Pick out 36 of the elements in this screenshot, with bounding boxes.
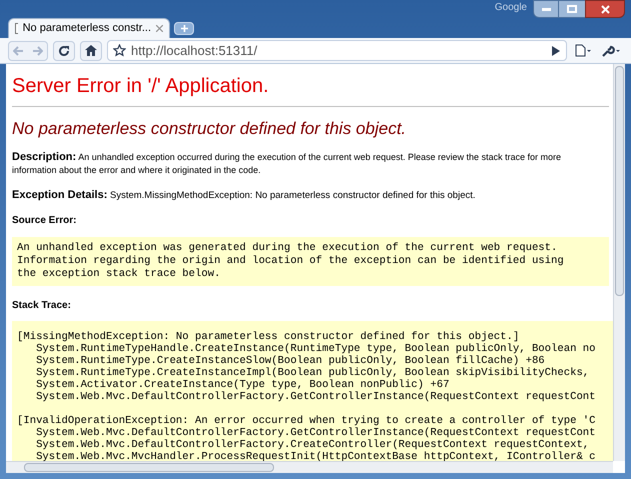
url-text: http://localhost:51311/ — [131, 42, 258, 60]
error-title: No parameterless constructor defined for this object. — [12, 119, 408, 139]
new-tab-button[interactable] — [174, 22, 194, 35]
home-icon — [85, 45, 97, 56]
reload-icon — [58, 44, 70, 56]
section-label: Stack Trace: — [12, 298, 72, 312]
scroll-thumb[interactable] — [615, 66, 624, 296]
address-bar[interactable]: http://localhost:51311/ — [107, 40, 567, 61]
close-tab-icon[interactable] — [156, 25, 163, 32]
page-heading: Server Error in '/' Application. — [12, 74, 270, 98]
description-text: Description: An unhandled exception occurred during the execution of the current web request. Please review the stack trace for more information about the error and where it originated in the code. — [12, 151, 562, 177]
scroll-thumb[interactable] — [24, 463, 274, 472]
minimize-button[interactable] — [533, 0, 559, 18]
back-arrow-icon — [13, 46, 24, 56]
home-button[interactable] — [80, 40, 102, 60]
maximize-icon — [567, 5, 577, 13]
exception-details-text: Exception Details: System.MissingMethodException: No parameterless constructor defined for this object. — [12, 188, 476, 203]
horizontal-scrollbar[interactable] — [6, 461, 613, 473]
play-icon[interactable] — [552, 46, 560, 56]
section-label: Source Error: — [12, 214, 78, 228]
stack-trace-text: [InvalidOperationException: An error occurred when trying to create a controller of type 'C System.Web.Mvc.DefaultControllerFactory.GetControllerInstance(RequestContext requestCont System.Web.Mvc.DefaultControllerFactory.CreateController(RequestContext requestContext, System.Web.Mvc.MvcHandler.ProcessRequestInit(HttpContextBase httpContext, IController& c — [17, 414, 597, 461]
window-title: Google — [494, 2, 527, 14]
source-error-text: An unhandled exception was generated during the execution of the current web request. Information regarding the origin and location of the exception can be identified using the exception stack trace below. — [12, 236, 609, 286]
vertical-scrollbar[interactable] — [613, 64, 625, 461]
maximize-button[interactable] — [559, 0, 585, 18]
forward-arrow-icon — [32, 46, 43, 56]
minimize-icon — [542, 8, 550, 10]
tab-title: No parameterless constr... — [22, 21, 151, 36]
star-icon[interactable] — [113, 44, 126, 57]
wrench-icon — [602, 44, 620, 57]
browser-tab[interactable]: No parameterless constr... — [8, 18, 170, 38]
close-button[interactable] — [585, 0, 625, 18]
stack-trace-text: [MissingMethodException: No parameterless constructor defined for this object.] System.RuntimeTypeHandle.CreateInstance(RuntimeType type, Boolean publicOnly, Boolean no System.RuntimeType.CreateInstanceSlow(Boolean publicOnly, Boolean fillCache) +86 System.RuntimeType.CreateInstanceImpl(Boolean publicOnly, Boolean skipVisibilityChecks, System.Activator.CreateInstance(Type type, Boolean nonPublic) +67 System.Web.Mvc.DefaultControllerFactory.GetControllerInstance(RequestContext requestCont — [17, 330, 597, 402]
plus-icon — [180, 25, 188, 32]
reload-button[interactable] — [53, 40, 75, 60]
close-icon — [600, 4, 610, 14]
